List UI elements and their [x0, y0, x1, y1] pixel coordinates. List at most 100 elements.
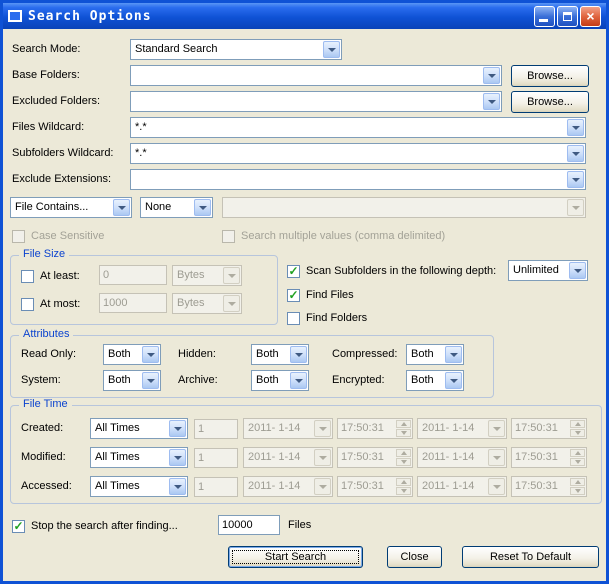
- checkbox-box[interactable]: [12, 520, 25, 533]
- chevron-down-icon[interactable]: [169, 478, 186, 495]
- window-title: Search Options: [28, 9, 532, 24]
- created-date-to-select: 2011- 1-14: [417, 418, 507, 439]
- system-label: System:: [21, 370, 61, 391]
- at-least-unit-select: Bytes: [172, 265, 242, 286]
- created-time-to-spinner: 17:50:31: [511, 418, 587, 439]
- subfolders-wildcard-select[interactable]: *.*: [130, 143, 586, 164]
- checkbox-box: [12, 230, 25, 243]
- restore-icon: [563, 12, 572, 21]
- at-least-input: [99, 265, 167, 285]
- checkbox-box: [222, 230, 235, 243]
- spin-down-icon: [570, 458, 585, 466]
- chevron-down-icon[interactable]: [483, 67, 500, 84]
- search-options-dialog: Search Options × Search Mode: Standard S…: [0, 0, 609, 584]
- browse-excluded-folders-button[interactable]: Browse...: [511, 91, 589, 113]
- encrypted-select[interactable]: Both: [406, 370, 464, 391]
- search-mode-select[interactable]: Standard Search: [130, 39, 342, 60]
- chevron-down-icon[interactable]: [113, 199, 130, 216]
- files-wildcard-label: Files Wildcard:: [12, 117, 84, 138]
- at-most-checkbox[interactable]: At most:: [21, 297, 80, 311]
- modified-time-from-spinner: 17:50:31: [337, 447, 413, 468]
- chevron-down-icon[interactable]: [323, 41, 340, 58]
- created-count-input: [194, 419, 238, 439]
- attributes-caption: Attributes: [19, 328, 73, 340]
- archive-select[interactable]: Both: [251, 370, 309, 391]
- spin-up-icon: [396, 420, 411, 428]
- created-mode-select[interactable]: All Times: [90, 418, 188, 439]
- read-only-select[interactable]: Both: [103, 344, 161, 365]
- chevron-down-icon[interactable]: [445, 346, 462, 363]
- find-folders-checkbox[interactable]: Find Folders: [287, 311, 367, 325]
- close-button[interactable]: ×: [580, 6, 601, 27]
- created-date-from-select: 2011- 1-14: [243, 418, 333, 439]
- chevron-down-icon[interactable]: [169, 449, 186, 466]
- excluded-folders-select[interactable]: [130, 91, 502, 112]
- chevron-down-icon: [488, 478, 505, 495]
- hidden-select[interactable]: Both: [251, 344, 309, 365]
- checkbox-box[interactable]: [287, 265, 300, 278]
- system-select[interactable]: Both: [103, 370, 161, 391]
- chevron-down-icon: [223, 267, 240, 284]
- spin-down-icon: [396, 429, 411, 437]
- chevron-down-icon[interactable]: [290, 346, 307, 363]
- browse-base-folders-button[interactable]: Browse...: [511, 65, 589, 87]
- stop-after-checkbox[interactable]: Stop the search after finding...: [12, 519, 178, 533]
- chevron-down-icon: [314, 478, 331, 495]
- created-time-from-spinner: 17:50:31: [337, 418, 413, 439]
- spin-down-icon: [396, 458, 411, 466]
- excluded-folders-label: Excluded Folders:: [12, 91, 100, 112]
- case-sensitive-checkbox: Case Sensitive: [12, 229, 104, 243]
- modified-date-from-select: 2011- 1-14: [243, 447, 333, 468]
- close-dialog-button[interactable]: Close: [387, 546, 442, 568]
- chevron-down-icon: [567, 199, 584, 216]
- checkbox-box[interactable]: [21, 270, 34, 283]
- file-time-group: File Time Created: All Times 2011- 1-14 …: [10, 405, 602, 504]
- chevron-down-icon[interactable]: [483, 93, 500, 110]
- spin-up-icon: [570, 420, 585, 428]
- window-icon: [8, 10, 22, 22]
- chevron-down-icon[interactable]: [567, 171, 584, 188]
- scan-subfolders-checkbox[interactable]: Scan Subfolders in the following depth:: [287, 264, 496, 278]
- chevron-down-icon[interactable]: [569, 262, 586, 279]
- search-mode-label: Search Mode:: [12, 39, 80, 60]
- checkbox-box[interactable]: [287, 289, 300, 302]
- chevron-down-icon[interactable]: [142, 346, 159, 363]
- files-wildcard-select[interactable]: *.*: [130, 117, 586, 138]
- chevron-down-icon[interactable]: [169, 420, 186, 437]
- modified-mode-select[interactable]: All Times: [90, 447, 188, 468]
- file-size-group: File Size At least: Bytes At most: Bytes: [10, 255, 278, 325]
- exclude-extensions-select[interactable]: [130, 169, 586, 190]
- contains-type-select[interactable]: None: [140, 197, 213, 218]
- depth-select[interactable]: Unlimited: [508, 260, 588, 281]
- accessed-time-from-spinner: 17:50:31: [337, 476, 413, 497]
- accessed-mode-select[interactable]: All Times: [90, 476, 188, 497]
- chevron-down-icon[interactable]: [567, 145, 584, 162]
- titlebar[interactable]: Search Options ×: [3, 3, 606, 29]
- restore-button[interactable]: [557, 6, 578, 27]
- contains-text-select: [222, 197, 586, 218]
- spin-up-icon: [396, 478, 411, 486]
- at-least-checkbox[interactable]: At least:: [21, 269, 80, 283]
- stop-after-input[interactable]: [218, 515, 280, 535]
- chevron-down-icon[interactable]: [142, 372, 159, 389]
- minimize-button[interactable]: [534, 6, 555, 27]
- chevron-down-icon[interactable]: [194, 199, 211, 216]
- reset-to-default-button[interactable]: Reset To Default: [462, 546, 599, 568]
- find-files-checkbox[interactable]: Find Files: [287, 288, 354, 302]
- spin-up-icon: [570, 478, 585, 486]
- spin-down-icon: [396, 487, 411, 495]
- chevron-down-icon: [314, 420, 331, 437]
- base-folders-select[interactable]: [130, 65, 502, 86]
- checkbox-box[interactable]: [21, 298, 34, 311]
- chevron-down-icon[interactable]: [290, 372, 307, 389]
- modified-date-to-select: 2011- 1-14: [417, 447, 507, 468]
- checkbox-box[interactable]: [287, 312, 300, 325]
- files-unit-label: Files: [288, 515, 311, 536]
- start-search-button[interactable]: Start Search: [228, 546, 363, 568]
- chevron-down-icon[interactable]: [567, 119, 584, 136]
- file-contains-select[interactable]: File Contains...: [10, 197, 132, 218]
- compressed-select[interactable]: Both: [406, 344, 464, 365]
- encrypted-label: Encrypted:: [332, 370, 385, 391]
- chevron-down-icon[interactable]: [445, 372, 462, 389]
- created-label: Created:: [21, 418, 63, 439]
